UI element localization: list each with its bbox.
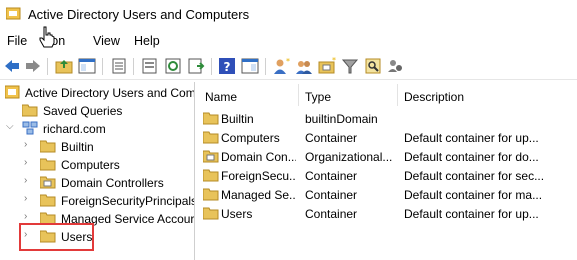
up-folder-icon[interactable]	[55, 57, 73, 75]
show-pane-icon[interactable]	[241, 57, 259, 75]
column-header-type[interactable]: Type	[305, 90, 331, 104]
add-ou-icon[interactable]: *	[318, 57, 336, 75]
tree-root[interactable]: Active Directory Users and Com	[0, 84, 195, 102]
menu-file[interactable]: File	[7, 34, 27, 48]
tree-item-label: Saved Queries	[43, 104, 123, 118]
expand-chevron-icon[interactable]: ⌵	[6, 121, 16, 135]
table-row[interactable]: Domain Con... Organizational... Default co…	[197, 148, 577, 167]
ou-folder-icon	[203, 150, 219, 163]
cell-description: Default container for sec...	[404, 169, 545, 183]
folder-icon	[203, 131, 219, 144]
collapsed-chevron-icon[interactable]: ›	[24, 157, 34, 171]
title-bar: Active Directory Users and Computers	[0, 0, 577, 30]
svg-text:*: *	[332, 57, 336, 65]
column-header-name[interactable]: Name	[205, 90, 237, 104]
back-arrow-icon[interactable]	[3, 57, 21, 75]
column-divider[interactable]	[397, 84, 398, 106]
help-icon[interactable]: ?	[218, 57, 236, 75]
cell-type: Container	[305, 188, 358, 202]
tree-item-label: Domain Controllers	[61, 176, 164, 190]
toolbar-separator	[102, 58, 103, 75]
folder-icon	[40, 194, 56, 207]
tree-item-label: Computers	[61, 158, 120, 172]
console-tree-icon[interactable]	[78, 57, 96, 75]
collapsed-chevron-icon[interactable]: ›	[24, 139, 34, 153]
cell-name: Users	[221, 207, 253, 221]
users-highlight	[19, 223, 94, 251]
folder-icon	[203, 188, 219, 201]
forward-arrow-icon[interactable]	[24, 57, 42, 75]
table-row[interactable]: Managed Se... Container Default container …	[197, 186, 577, 205]
tree-item-builtin[interactable]: › Builtin	[0, 138, 194, 156]
tree-item-label: Builtin	[61, 140, 94, 154]
cell-name: Computers	[221, 131, 280, 145]
cell-description: Default container for ma...	[404, 188, 543, 202]
cell-type: Container	[305, 169, 358, 183]
tree-root-label: Active Directory Users and Com	[25, 86, 195, 100]
folder-icon	[203, 169, 219, 182]
table-row[interactable]: Computers Container Default container for …	[197, 129, 577, 148]
folder-icon	[203, 207, 219, 220]
tree-item-foreign-security-principals[interactable]: › ForeignSecurityPrincipals	[0, 192, 195, 210]
tree-item-domain[interactable]: ⌵ richard.com	[0, 120, 194, 138]
cell-type: Container	[305, 207, 358, 221]
refresh-icon[interactable]	[164, 57, 182, 75]
menu-help[interactable]: Help	[134, 34, 160, 48]
properties-icon[interactable]	[110, 57, 128, 75]
cell-type: builtinDomain	[305, 112, 378, 126]
cell-name: Builtin	[221, 112, 254, 126]
folder-icon	[22, 104, 38, 117]
folder-icon	[203, 112, 219, 125]
cell-description: Default container for up...	[404, 207, 539, 221]
svg-text:?: ?	[224, 60, 231, 74]
cell-type: Organizational...	[305, 150, 393, 164]
table-row[interactable]: Builtin builtinDomain	[197, 110, 577, 129]
cell-name: ForeignSecu...	[221, 169, 296, 183]
tree-item-computers[interactable]: › Computers	[0, 156, 194, 174]
toolbar: ? * *	[0, 52, 577, 80]
table-row[interactable]: Users Container Default container for up..…	[197, 205, 577, 224]
menu-view[interactable]: View	[93, 34, 120, 48]
folder-icon	[40, 158, 56, 171]
add-user-icon[interactable]: *	[272, 57, 290, 75]
tree-item-label: ForeignSecurityPrincipals	[61, 194, 195, 208]
tree-item-label: richard.com	[43, 122, 106, 136]
table-row[interactable]: ForeignSecu... Container Default container…	[197, 167, 577, 186]
tree-item-saved-queries[interactable]: Saved Queries	[0, 102, 194, 120]
toolbar-separator	[47, 58, 48, 75]
svg-text:*: *	[286, 57, 290, 66]
cell-type: Container	[305, 131, 358, 145]
cell-description: Default container for up...	[404, 131, 539, 145]
toolbar-separator	[133, 58, 134, 75]
export-list-icon[interactable]	[187, 57, 205, 75]
toolbar-separator	[211, 58, 212, 75]
cell-name: Domain Con...	[221, 150, 296, 164]
collapsed-chevron-icon[interactable]: ›	[24, 175, 34, 189]
app-icon	[6, 7, 21, 20]
column-header-description[interactable]: Description	[404, 90, 464, 104]
export-icon[interactable]	[141, 57, 159, 75]
domain-icon	[22, 121, 38, 135]
cell-description: Default container for do...	[404, 150, 539, 164]
cell-name: Managed Se...	[221, 188, 296, 202]
ou-folder-icon	[40, 176, 56, 189]
filter-icon[interactable]	[341, 57, 359, 75]
column-divider[interactable]	[298, 84, 299, 106]
snapin-root-icon	[5, 85, 20, 99]
find-icon[interactable]	[364, 57, 382, 75]
delegate-icon[interactable]	[387, 57, 405, 75]
window-title: Active Directory Users and Computers	[28, 7, 250, 22]
tree-item-domain-controllers[interactable]: › Domain Controllers	[0, 174, 194, 192]
folder-icon	[40, 140, 56, 153]
menu-bar: File tion View Help	[0, 30, 577, 52]
add-group-icon[interactable]	[295, 57, 313, 75]
hand-cursor-icon	[39, 26, 55, 48]
toolbar-separator	[265, 58, 266, 75]
collapsed-chevron-icon[interactable]: ›	[24, 193, 34, 207]
